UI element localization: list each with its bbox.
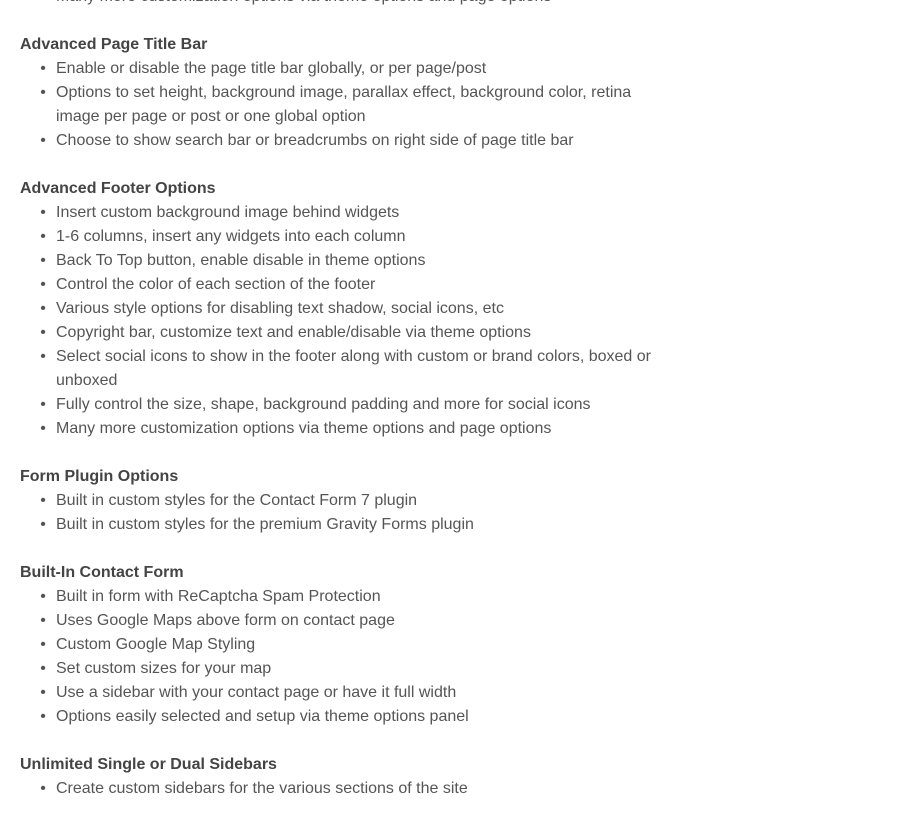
bullet-icon: • [40,324,46,341]
feature-list: • Create custom sidebars for the various … [20,777,660,801]
list-item-text: Control the color of each section of the… [56,276,376,293]
bullet-icon: • [40,84,46,101]
feature-list: • Enable or disable the page title bar gl… [20,57,660,153]
list-item-text: Set custom sizes for your map [56,660,272,677]
bullet-icon: • [40,300,46,317]
bullet-icon: • [40,228,46,245]
list-item-text: Enable or disable the page title bar glo… [56,60,487,77]
list-item: • Use a sidebar with your contact page or… [40,681,660,705]
list-item: • Set custom sizes for your map [40,657,660,681]
bullet-icon: • [40,708,46,725]
section-heading: Advanced Page Title Bar [20,36,208,53]
list-item: • Back To Top button, enable disable in t… [40,249,660,273]
bullet-icon: • [40,636,46,653]
section-heading: Advanced Footer Options [20,180,216,197]
list-item: • 1-6 columns, insert any widgets into ea… [40,225,660,249]
list-item: • Many more customization options via the… [40,417,660,441]
list-item-text: Choose to show search bar or breadcrumbs… [56,132,574,149]
feature-section: • Many more customization options via the… [20,0,660,9]
list-item-text: Built in custom styles for the premium G… [56,516,474,533]
list-item: • Built in custom styles for the Contact … [40,489,660,513]
bullet-icon: • [40,516,46,533]
list-item: • Enable or disable the page title bar gl… [40,57,660,81]
bullet-icon: • [40,660,46,677]
bullet-icon: • [38,0,48,9]
section-heading: Form Plugin Options [20,468,179,485]
feature-section: Form Plugin Options • Built in custom styl… [20,465,660,537]
feature-section: Advanced Page Title Bar • Enable or disabl… [20,33,660,153]
list-item-text: Fully control the size, shape, backgroun… [56,396,591,413]
list-item: • Uses Google Maps above form on contact … [40,609,660,633]
feature-list: • Insert custom background image behind w… [20,201,660,441]
list-item-text: Options to set height, background image,… [56,84,632,125]
list-item: • Built in form with ReCaptcha Spam Prote… [40,585,660,609]
bullet-icon: • [40,612,46,629]
bullet-icon: • [40,276,46,293]
list-item: • Options easily selected and setup via t… [40,705,660,729]
bullet-icon: • [40,132,46,149]
list-item-text: Built in form with ReCaptcha Spam Protec… [56,588,381,605]
list-item-text: Built in custom styles for the Contact F… [56,492,418,509]
feature-list: • Many more customization options via the… [20,0,660,9]
list-item-text: Create custom sidebars for the various s… [56,780,468,797]
list-item: • Options to set height, background image… [40,81,660,129]
list-item-text: Custom Google Map Styling [56,636,256,653]
bullet-icon: • [40,348,46,365]
list-item-text: Uses Google Maps above form on contact p… [56,612,395,629]
feature-list-document: • Many more customization options via the… [20,0,660,825]
list-item: • Custom Google Map Styling [40,633,660,657]
list-item-text: Options easily selected and setup via th… [56,708,469,725]
list-item-text: Insert custom background image behind wi… [56,204,400,221]
list-item: • Various style options for disabling tex… [40,297,660,321]
feature-section: Built-In Contact Form • Built in form with… [20,561,660,729]
list-item-text: Select social icons to show in the foote… [56,348,651,389]
list-item-text: Back To Top button, enable disable in th… [56,252,426,269]
bullet-icon: • [40,684,46,701]
list-item: • Select social icons to show in the foot… [40,345,660,393]
list-item: • Choose to show search bar or breadcrumb… [40,129,660,153]
list-item: • Copyright bar, customize text and enabl… [40,321,660,345]
list-item-text: Copyright bar, customize text and enable… [56,324,531,341]
bullet-icon: • [40,60,46,77]
bullet-icon: • [40,780,46,797]
list-item-text: Many more customization options via them… [56,0,660,9]
feature-list: • Built in custom styles for the Contact … [20,489,660,537]
list-item: • Create custom sidebars for the various … [40,777,660,801]
bullet-icon: • [40,252,46,269]
list-item-text: Various style options for disabling text… [56,300,504,317]
bullet-icon: • [40,396,46,413]
list-item-text: Use a sidebar with your contact page or … [56,684,457,701]
feature-section: Unlimited Single or Dual Sidebars • Create… [20,753,660,801]
bullet-icon: • [40,492,46,509]
list-item: • Control the color of each section of th… [40,273,660,297]
bullet-icon: • [40,588,46,605]
list-item-text: Many more customization options via them… [56,420,552,437]
section-heading: Unlimited Single or Dual Sidebars [20,756,277,773]
feature-list: • Built in form with ReCaptcha Spam Prote… [20,585,660,729]
list-item: • Insert custom background image behind w… [40,201,660,225]
bullet-icon: • [40,204,46,221]
bullet-icon: • [40,420,46,437]
list-item: • Built in custom styles for the premium … [40,513,660,537]
feature-section: Advanced Footer Options • Insert custom ba… [20,177,660,441]
list-item-text: 1-6 columns, insert any widgets into eac… [56,228,406,245]
section-heading: Built-In Contact Form [20,564,184,581]
list-item: • Many more customization options via the… [40,0,660,9]
list-item: • Fully control the size, shape, backgrou… [40,393,660,417]
